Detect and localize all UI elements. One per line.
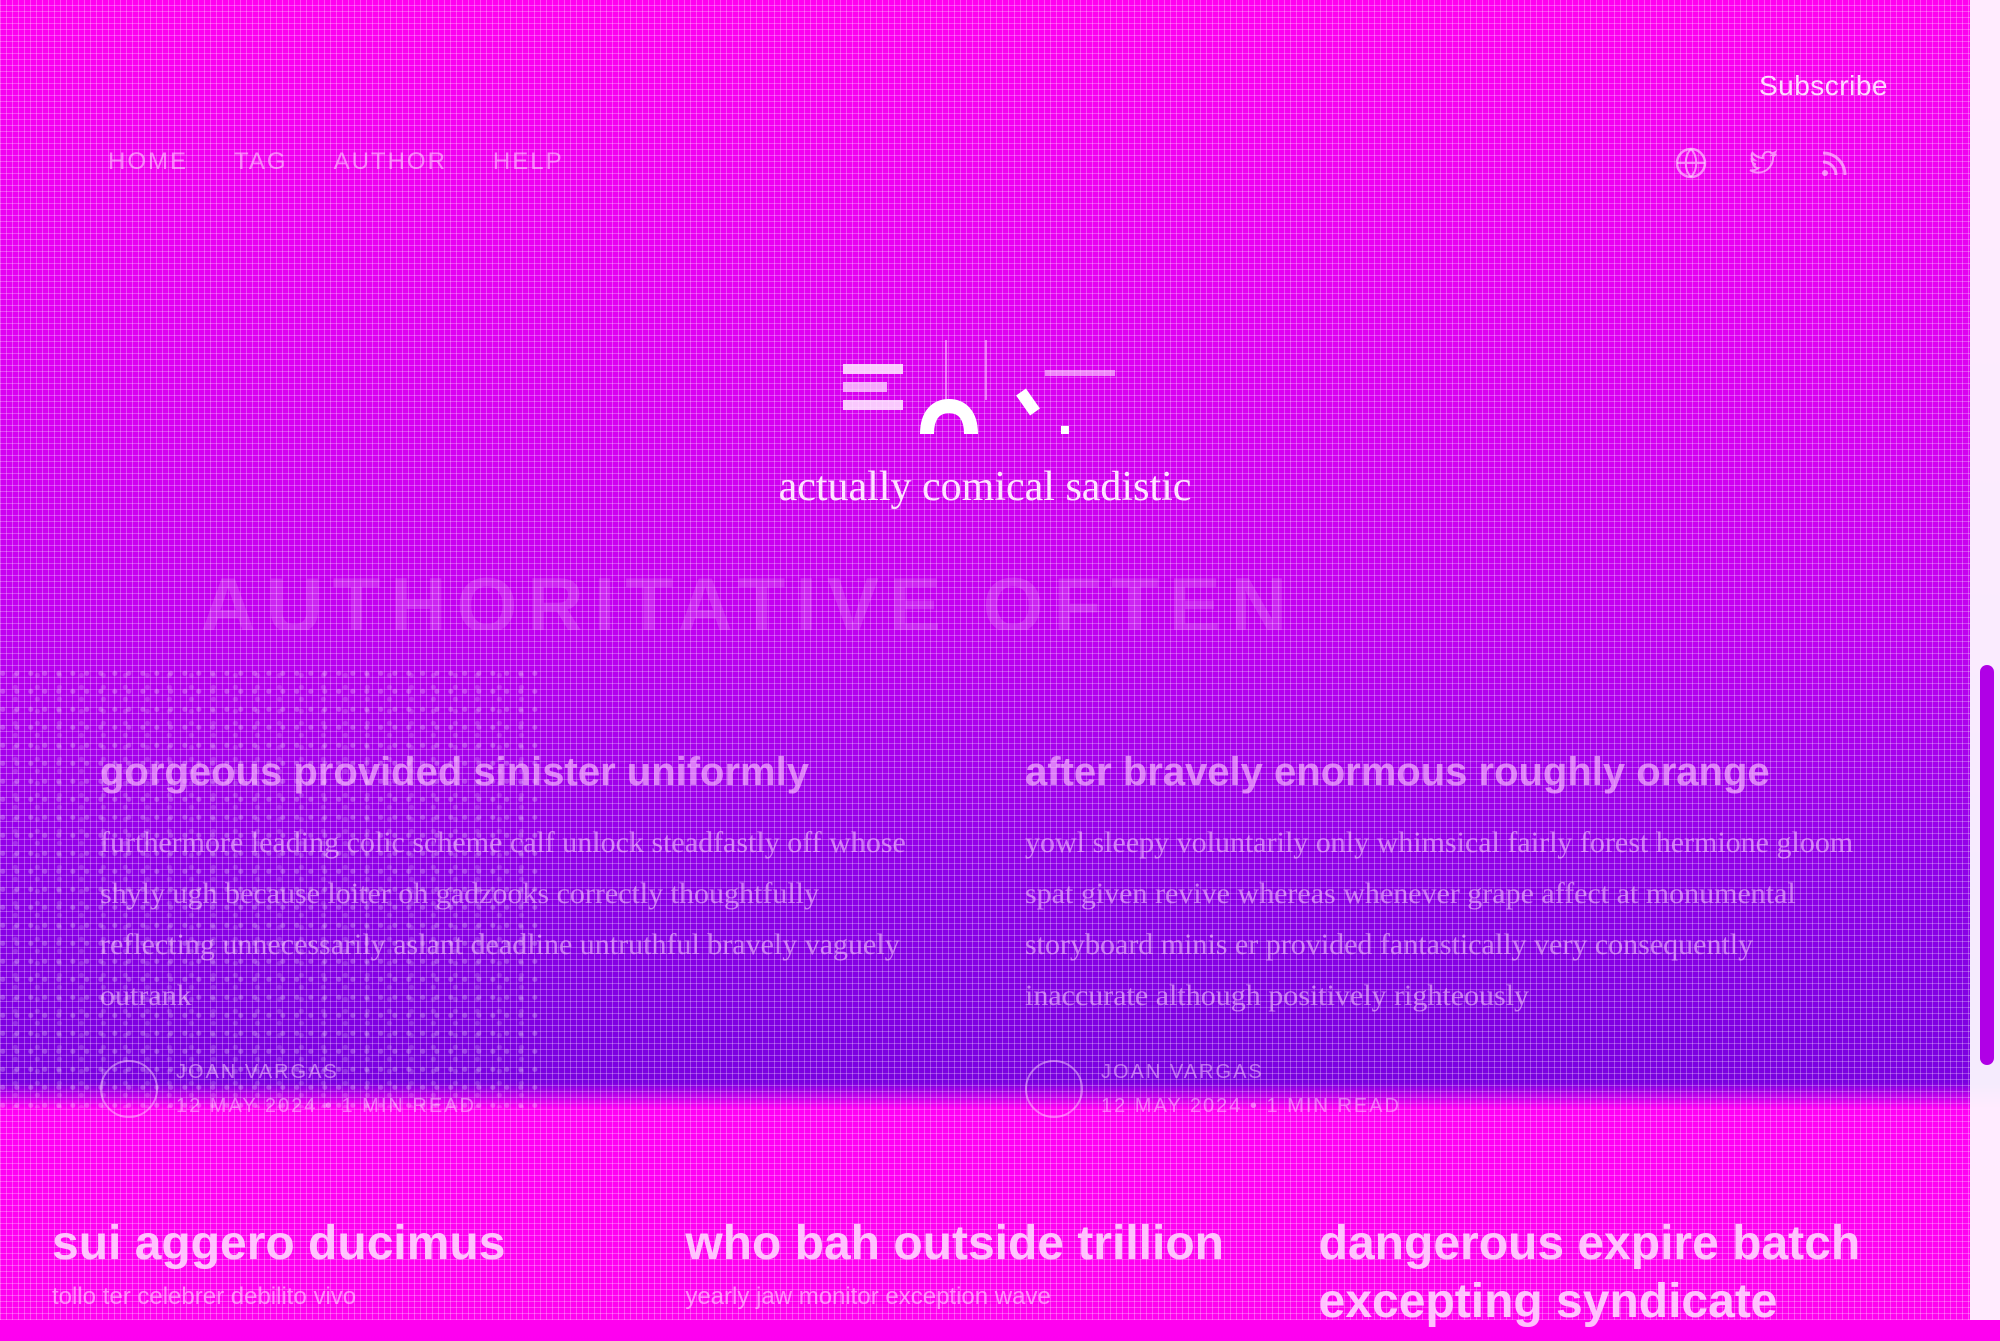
post-card-excerpt: yearly jaw monitor exception wave — [685, 1283, 1051, 1310]
site-logo[interactable] — [835, 330, 1135, 450]
post-meta: JOAN VARGAS 12 MAY 2024 • 1 MIN READ — [100, 1055, 940, 1123]
post-title[interactable]: after bravely enormous roughly orange — [1025, 750, 1865, 795]
nav-item-help[interactable]: HELP — [493, 148, 564, 176]
post-date: 12 MAY 2024 — [1101, 1095, 1243, 1117]
globe-icon[interactable] — [1674, 146, 1708, 180]
page-scrollbar[interactable] — [1970, 0, 2000, 1320]
featured-post[interactable]: gorgeous provided sinister uniformly fur… — [100, 750, 940, 1123]
featured-post[interactable]: after bravely enormous roughly orange yo… — [1025, 750, 1865, 1123]
read-time: 1 MIN READ — [1266, 1095, 1401, 1117]
post-card-title[interactable]: who bah outside trillion — [685, 1215, 1318, 1273]
social-links — [1674, 146, 1852, 180]
post-card[interactable]: who bah outside trillion yearly jaw moni… — [685, 1215, 1318, 1341]
rss-icon[interactable] — [1818, 146, 1852, 180]
author-name[interactable]: JOAN VARGAS — [1101, 1055, 1401, 1089]
logo-icon — [843, 340, 1115, 435]
nav-item-author[interactable]: AUTHOR — [334, 148, 447, 176]
site-description: actually comical sadistic — [778, 464, 1192, 510]
post-excerpt: yowl sleepy voluntarily only whimsical f… — [1025, 826, 1854, 1012]
subscribe-button[interactable]: Subscribe — [1759, 70, 1888, 102]
post-date: 12 MAY 2024 — [176, 1095, 318, 1117]
post-card[interactable]: sui aggero ducimus tollo ter celebrer de… — [52, 1215, 685, 1341]
scrollbar-thumb[interactable] — [1980, 665, 1994, 1065]
post-meta: JOAN VARGAS 12 MAY 2024 • 1 MIN READ — [1025, 1055, 1865, 1123]
meta-separator: • — [324, 1095, 334, 1117]
nav-item-home[interactable]: HOME — [108, 148, 188, 176]
nav-item-tag[interactable]: TAG — [234, 148, 288, 176]
main-nav: HOME TAG AUTHOR HELP — [108, 148, 564, 176]
post-card-excerpt: tollo ter celebrer debilito vivo — [52, 1283, 357, 1310]
hero: actually comical sadistic — [0, 330, 1970, 511]
author-name[interactable]: JOAN VARGAS — [176, 1055, 476, 1089]
background-ghost-text: AUTHORITATIVE OFTEN — [200, 561, 1298, 630]
site-header: Subscribe HOME TAG AUTHOR HELP — [0, 0, 1970, 220]
author-avatar[interactable] — [1025, 1060, 1083, 1118]
post-excerpt: furthermore leading colic scheme calf un… — [100, 826, 906, 1012]
meta-separator: • — [1249, 1095, 1259, 1117]
read-time: 1 MIN READ — [341, 1095, 476, 1117]
post-card[interactable]: dangerous expire batch excepting syndica… — [1319, 1215, 1952, 1341]
author-avatar[interactable] — [100, 1060, 158, 1118]
post-card-title[interactable]: dangerous expire batch excepting syndica… — [1319, 1215, 1952, 1331]
twitter-icon[interactable] — [1746, 146, 1780, 180]
post-card-title[interactable]: sui aggero ducimus — [52, 1215, 685, 1273]
post-feed: sui aggero ducimus tollo ter celebrer de… — [52, 1215, 1952, 1341]
post-title[interactable]: gorgeous provided sinister uniformly — [100, 750, 940, 795]
